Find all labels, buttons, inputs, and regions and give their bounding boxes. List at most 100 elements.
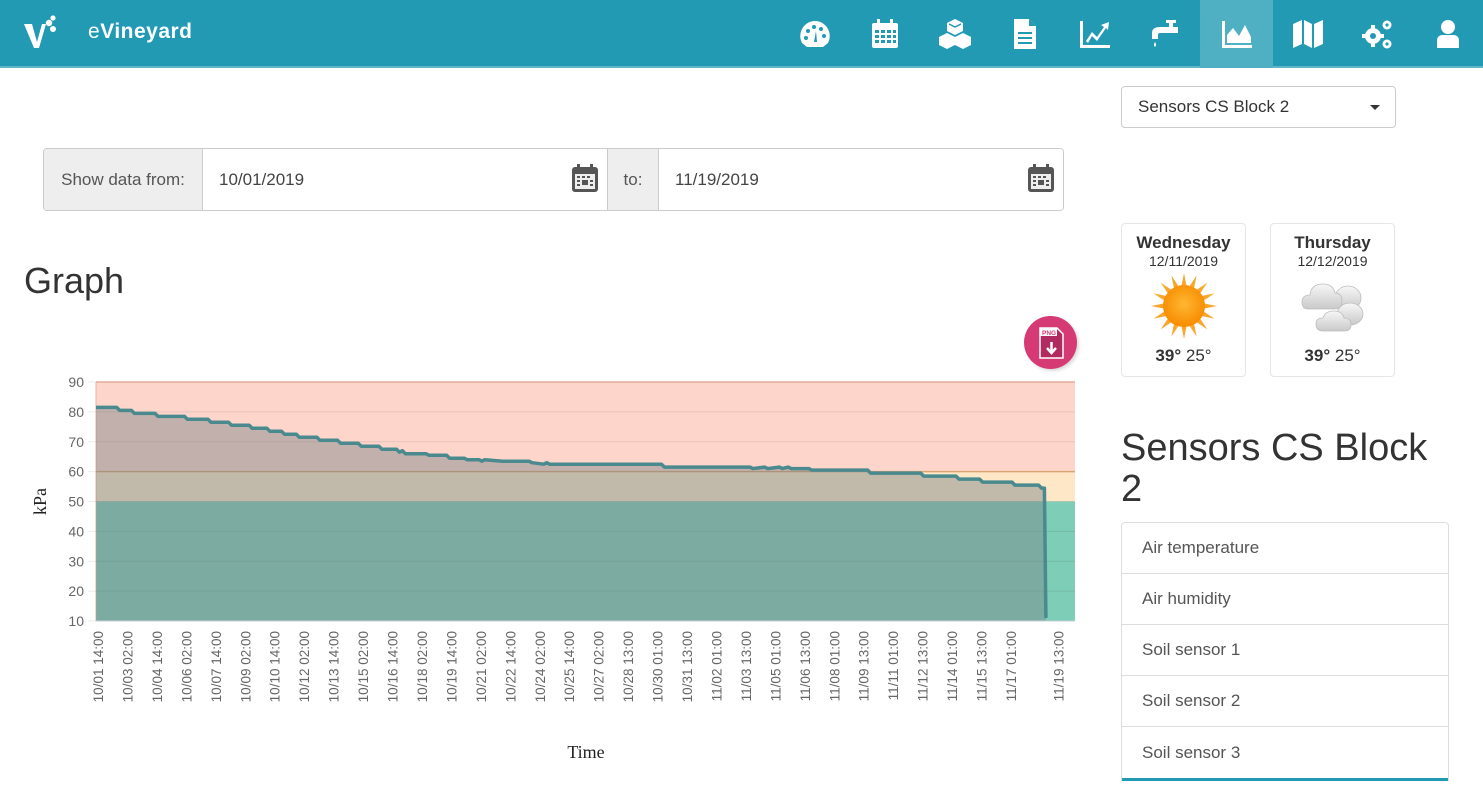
x-tick-label: 11/03 13:00 bbox=[739, 631, 754, 701]
x-tick-label: 10/16 14:00 bbox=[386, 631, 401, 702]
x-tick-label: 10/31 13:00 bbox=[680, 631, 695, 702]
calendar-icon[interactable] bbox=[571, 163, 599, 193]
sensor-item-air-humidity[interactable]: Air humidity bbox=[1122, 574, 1448, 625]
x-tick-label: 10/10 14:00 bbox=[268, 631, 283, 702]
x-tick-label: 10/12 02:00 bbox=[297, 631, 312, 702]
nav-user[interactable] bbox=[1413, 0, 1483, 68]
sensor-item-soil-sensor-1[interactable]: Soil sensor 1 bbox=[1122, 625, 1448, 676]
x-tick-label: 11/14 01:00 bbox=[945, 631, 960, 701]
cubes-icon bbox=[939, 19, 971, 49]
x-tick-label: 11/11 01:00 bbox=[886, 631, 901, 700]
nav-line-chart[interactable] bbox=[1060, 0, 1130, 68]
x-tick-label: 10/25 14:00 bbox=[562, 631, 577, 702]
brand-main: Vineyard bbox=[100, 20, 193, 43]
graph-title: Graph bbox=[24, 260, 125, 301]
temp-low: 25° bbox=[1185, 346, 1212, 365]
x-tick-label: 10/15 02:00 bbox=[356, 631, 371, 702]
nav-area-chart[interactable] bbox=[1200, 0, 1273, 68]
weather-temps: 39° 25° bbox=[1122, 346, 1245, 366]
weather-day: Thursday bbox=[1294, 233, 1371, 252]
date-range-picker: Show data from: 10/01/2019 to: 11/19/201… bbox=[43, 148, 1064, 211]
nav-cubes[interactable] bbox=[920, 0, 990, 68]
y-tick-label: 10 bbox=[68, 613, 84, 629]
x-tick-label: 10/06 02:00 bbox=[179, 631, 194, 702]
x-tick-label: 10/13 14:00 bbox=[327, 631, 342, 702]
x-tick-label: 11/06 13:00 bbox=[798, 631, 813, 701]
x-tick-label: 10/19 14:00 bbox=[444, 631, 459, 702]
x-tick-label: 11/19 13:00 bbox=[1052, 631, 1067, 701]
from-date-input[interactable]: 10/01/2019 bbox=[203, 149, 607, 210]
nav-documents[interactable] bbox=[990, 0, 1060, 68]
x-tick-label: 11/15 13:00 bbox=[975, 631, 990, 701]
line-chart-icon bbox=[1080, 21, 1110, 48]
temp-low: 25° bbox=[1334, 346, 1361, 365]
weather-card: Wednesday 12/11/2019 39° 25° bbox=[1121, 223, 1246, 377]
brand-prefix: e bbox=[88, 20, 101, 43]
x-tick-label: 11/02 01:00 bbox=[709, 631, 724, 701]
temp-high: 39° bbox=[1155, 346, 1182, 365]
y-tick-label: 20 bbox=[68, 583, 84, 599]
top-navbar: eVineyard bbox=[0, 0, 1483, 68]
x-tick-label: 10/03 02:00 bbox=[120, 631, 135, 702]
x-tick-label: 11/05 01:00 bbox=[768, 631, 783, 701]
caret-down-icon bbox=[1370, 105, 1380, 110]
png-download-icon: PNG bbox=[1038, 326, 1064, 359]
user-icon bbox=[1437, 20, 1459, 48]
sensors-heading: Sensors CS Block 2 bbox=[1121, 427, 1428, 510]
weather-card: Thursday 12/12/2019 39° 25° bbox=[1270, 223, 1395, 377]
area-chart-icon bbox=[1221, 21, 1252, 48]
sensor-item-soil-sensor-3[interactable]: Soil sensor 3 bbox=[1122, 727, 1448, 781]
nav-irrigation[interactable] bbox=[1130, 0, 1200, 68]
chart-svg: 10 20 30 40 50 60 70 80 90 10/01 14:00 10/03 02:00… bbox=[30, 374, 1075, 762]
evineyard-logo-icon[interactable] bbox=[22, 14, 58, 52]
x-tick-label: 10/24 02:00 bbox=[533, 631, 548, 702]
sensor-list: Air temperature Air humidity Soil sensor… bbox=[1121, 522, 1449, 781]
x-tick-label: 10/27 02:00 bbox=[592, 631, 607, 702]
to-label: to: bbox=[607, 149, 659, 210]
sun-ray bbox=[1203, 303, 1217, 309]
x-tick-label: 10/09 02:00 bbox=[238, 631, 253, 702]
main-nav bbox=[780, 0, 1483, 68]
nav-map[interactable] bbox=[1273, 0, 1343, 68]
y-tick-label: 50 bbox=[68, 494, 84, 510]
cloudy-icon bbox=[1301, 283, 1363, 332]
x-tick-label: 10/28 13:00 bbox=[621, 631, 636, 702]
sun-ray bbox=[1180, 273, 1187, 287]
x-tick-label: 10/04 14:00 bbox=[150, 631, 165, 702]
x-axis-title: Time bbox=[567, 742, 604, 762]
dashboard-icon bbox=[800, 21, 830, 47]
weather-day: Wednesday bbox=[1136, 233, 1231, 252]
brand-name[interactable]: eVineyard bbox=[88, 20, 193, 44]
sun-ray bbox=[1180, 325, 1187, 339]
y-tick-label: 60 bbox=[68, 464, 84, 480]
sensor-group-select[interactable]: Sensors CS Block 2 bbox=[1121, 86, 1396, 128]
sensor-group-selected: Sensors CS Block 2 bbox=[1138, 97, 1290, 116]
calendar-icon[interactable] bbox=[1027, 163, 1055, 193]
nav-dashboard[interactable] bbox=[780, 0, 850, 68]
nav-calendar[interactable] bbox=[850, 0, 920, 68]
x-tick-label: 11/12 13:00 bbox=[916, 631, 931, 701]
x-tick-label: 10/22 14:00 bbox=[503, 631, 518, 702]
temp-high: 39° bbox=[1304, 346, 1331, 365]
y-tick-label: 90 bbox=[68, 374, 84, 390]
kpa-area-chart: 10 20 30 40 50 60 70 80 90 10/01 14:00 10/03 02:00… bbox=[0, 370, 1100, 781]
faucet-icon bbox=[1152, 20, 1178, 47]
y-tick-label: 80 bbox=[68, 404, 84, 420]
sensor-item-air-temperature[interactable]: Air temperature bbox=[1122, 523, 1448, 574]
to-date-input[interactable]: 11/19/2019 bbox=[659, 149, 1063, 210]
export-png-button[interactable]: PNG bbox=[1024, 316, 1077, 369]
y-axis-title: kPa bbox=[30, 488, 50, 515]
from-label: Show data from: bbox=[44, 149, 203, 210]
map-icon bbox=[1293, 20, 1323, 48]
sun-ray bbox=[1150, 303, 1164, 309]
x-tick-label: 10/18 02:00 bbox=[415, 631, 430, 702]
nav-settings[interactable] bbox=[1343, 0, 1413, 68]
document-icon bbox=[1014, 19, 1036, 49]
from-date-value: 10/01/2019 bbox=[219, 169, 305, 189]
sun-icon bbox=[1150, 273, 1217, 339]
png-label: PNG bbox=[1042, 330, 1056, 337]
calendar-icon bbox=[872, 19, 898, 48]
sensor-item-soil-sensor-2[interactable]: Soil sensor 2 bbox=[1122, 676, 1448, 727]
to-date-value: 11/19/2019 bbox=[675, 169, 759, 189]
y-tick-label: 40 bbox=[68, 523, 84, 539]
